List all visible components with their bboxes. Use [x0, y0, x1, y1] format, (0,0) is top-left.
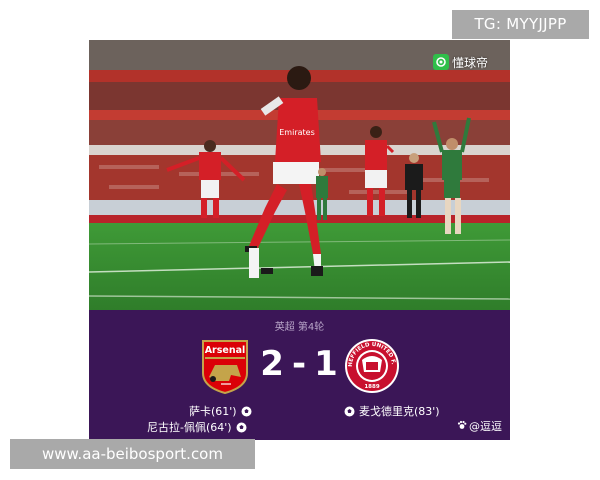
match-photo: Emirates 懂球帝	[89, 40, 510, 310]
app-badge: 懂球帝	[433, 52, 488, 72]
football-icon	[344, 406, 355, 417]
score-separator: -	[291, 344, 307, 384]
match-photo-illustration: Emirates	[89, 40, 510, 310]
top-watermark: TG: MYYJJPP	[452, 10, 589, 39]
page: TG: MYYJJPP Emirates 懂球帝 英超 第4轮 Arsenal …	[0, 0, 600, 480]
match-card[interactable]: Emirates 懂球帝 英超 第4轮 Arsenal 2 - 1 HEFFIE…	[89, 40, 510, 440]
arsenal-crest[interactable]: Arsenal	[201, 339, 249, 399]
scoreline: 2 - 1	[251, 344, 347, 384]
football-icon	[236, 422, 247, 433]
away-scorer-1: 麦戈德里克(83')	[344, 403, 440, 419]
score-panel: 英超 第4轮 Arsenal 2 - 1 HEFFIELD UNITED F. …	[89, 310, 510, 440]
author-name: @逗逗	[469, 420, 502, 433]
football-icon	[241, 406, 252, 417]
home-scorer-2-text: 尼古拉-佩佩(64')	[147, 421, 232, 434]
app-name: 懂球帝	[452, 55, 489, 70]
arsenal-crest-text: Arsenal	[205, 345, 246, 356]
app-logo-icon	[433, 54, 449, 70]
sponsor-text: Emirates	[279, 128, 315, 137]
away-scorer-1-text: 麦戈德里克(83')	[359, 405, 440, 418]
paw-icon	[457, 420, 467, 433]
home-score: 2	[260, 344, 284, 384]
home-scorer-2: 尼古拉-佩佩(64')	[147, 419, 247, 435]
bottom-watermark: www.aa-beibosport.com	[10, 439, 255, 469]
home-scorer-1-text: 萨卡(61')	[189, 405, 237, 418]
competition-label: 英超 第4轮	[274, 322, 325, 333]
sheffield-united-crest[interactable]: SHEFFIELD UNITED F.C. 1889	[342, 334, 400, 398]
away-score: 1	[314, 344, 338, 384]
home-scorer-1: 萨卡(61')	[189, 403, 252, 419]
author-credit[interactable]: @逗逗	[457, 418, 502, 434]
sheffield-crest-year: 1889	[364, 384, 379, 390]
